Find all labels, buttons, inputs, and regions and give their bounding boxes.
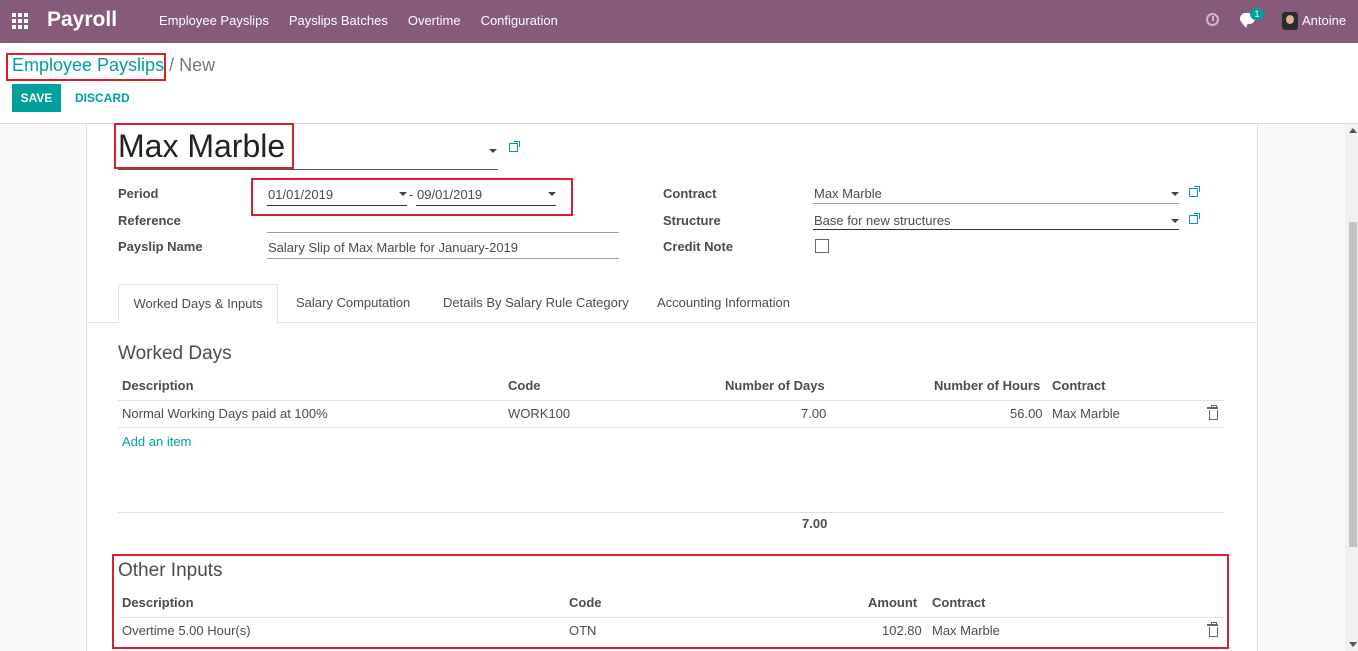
other-inputs-col-code[interactable]: Code — [569, 595, 602, 610]
structure-input[interactable]: Base for new structures — [814, 213, 951, 228]
breadcrumb: Employee Payslips / New — [12, 55, 215, 76]
worked-days-col-hours[interactable]: Number of Hours — [934, 378, 1040, 393]
messages-count-badge: 1 — [1250, 8, 1264, 20]
worked-days-row-description[interactable]: Normal Working Days paid at 100% — [122, 406, 328, 421]
period-start-underline — [267, 205, 407, 206]
other-inputs-col-amount[interactable]: Amount — [868, 595, 917, 610]
menu-configuration[interactable]: Configuration — [471, 0, 568, 43]
tab-details-by-salary-rule-category[interactable]: Details By Salary Rule Category — [443, 284, 629, 322]
worked-days-col-days[interactable]: Number of Days — [725, 378, 825, 393]
menu-payslips-batches[interactable]: Payslips Batches — [279, 0, 398, 43]
reference-label: Reference — [118, 213, 181, 228]
discard-button[interactable]: DISCARD — [75, 91, 130, 105]
save-button[interactable]: SAVE — [12, 84, 61, 112]
worked-days-row-trash-icon[interactable] — [1207, 405, 1218, 420]
period-label: Period — [118, 186, 159, 201]
apps-grid-icon[interactable] — [12, 13, 30, 29]
worked-days-footer-divider — [118, 512, 1224, 513]
tab-accounting-information[interactable]: Accounting Information — [657, 284, 790, 322]
worked-days-row-days[interactable]: 7.00 — [801, 406, 826, 421]
other-inputs-col-description[interactable]: Description — [122, 595, 194, 610]
period-start-caret-icon[interactable] — [399, 192, 407, 196]
structure-dropdown-caret-icon[interactable] — [1171, 219, 1179, 223]
worked-days-total: 7.00 — [802, 516, 828, 531]
worked-days-header-divider — [118, 400, 1224, 401]
contract-underline — [813, 203, 1179, 204]
structure-underline — [813, 229, 1179, 230]
app-brand[interactable]: Payroll — [47, 8, 117, 32]
employee-field-underline — [118, 169, 498, 170]
scroll-down-arrow-icon[interactable] — [1349, 642, 1357, 647]
worked-days-row-code[interactable]: WORK100 — [508, 406, 570, 421]
period-start-input[interactable]: 01/01/2019 — [268, 187, 333, 202]
other-inputs-row-amount[interactable]: 102.80 — [882, 623, 922, 638]
employee-dropdown-caret-icon[interactable] — [489, 149, 497, 153]
menu-overtime[interactable]: Overtime — [398, 0, 471, 43]
structure-label: Structure — [663, 213, 721, 228]
contract-input[interactable]: Max Marble — [814, 186, 882, 201]
employee-field[interactable]: Max Marble — [118, 128, 285, 165]
payslip-name-input[interactable]: Salary Slip of Max Marble for January-20… — [268, 240, 518, 255]
structure-external-link-icon[interactable] — [1189, 213, 1200, 224]
tab-worked-days-inputs[interactable]: Worked Days & Inputs — [118, 284, 278, 324]
worked-days-col-contract[interactable]: Contract — [1052, 378, 1105, 393]
worked-days-add-item-link[interactable]: Add an item — [122, 434, 191, 449]
employee-external-link-icon[interactable] — [509, 141, 520, 152]
other-inputs-row-trash-icon[interactable] — [1207, 622, 1218, 637]
other-inputs-row-description[interactable]: Overtime 5.00 Hour(s) — [122, 623, 251, 638]
other-inputs-header-divider — [118, 617, 1224, 618]
tab-salary-computation[interactable]: Salary Computation — [296, 284, 410, 322]
other-inputs-title: Other Inputs — [118, 560, 223, 581]
period-end-underline — [416, 205, 556, 206]
main-menu: Employee Payslips Payslips Batches Overt… — [149, 0, 568, 43]
scroll-up-arrow-icon[interactable] — [1349, 128, 1357, 133]
other-inputs-col-contract[interactable]: Contract — [932, 595, 985, 610]
breadcrumb-separator: / — [169, 55, 175, 75]
control-panel: Employee Payslips / New SAVE DISCARD — [0, 43, 1358, 124]
payslip-name-underline — [267, 258, 619, 259]
breadcrumb-parent-link[interactable]: Employee Payslips — [12, 55, 164, 75]
user-avatar[interactable] — [1282, 12, 1298, 30]
worked-days-title: Worked Days — [118, 343, 232, 364]
contract-label: Contract — [663, 186, 717, 201]
payslip-name-label: Payslip Name — [118, 239, 203, 254]
other-inputs-row-contract[interactable]: Max Marble — [932, 623, 1000, 638]
worked-days-row-hours[interactable]: 56.00 — [1010, 406, 1043, 421]
worked-days-col-description[interactable]: Description — [122, 378, 194, 393]
activity-clock-icon[interactable] — [1206, 13, 1219, 26]
period-end-caret-icon[interactable] — [548, 192, 556, 196]
contract-dropdown-caret-icon[interactable] — [1171, 192, 1179, 196]
menu-employee-payslips[interactable]: Employee Payslips — [149, 0, 279, 43]
worked-days-row-divider — [118, 427, 1224, 428]
user-menu[interactable]: Antoine — [1302, 13, 1346, 28]
reference-underline — [267, 232, 619, 233]
period-end-input[interactable]: 09/01/2019 — [417, 187, 482, 202]
credit-note-checkbox[interactable] — [815, 239, 829, 253]
credit-note-label: Credit Note — [663, 239, 734, 254]
breadcrumb-current: New — [179, 55, 216, 75]
top-navbar: Payroll Employee Payslips Payslips Batch… — [0, 0, 1358, 43]
worked-days-col-code[interactable]: Code — [508, 378, 541, 393]
other-inputs-row-code[interactable]: OTN — [569, 623, 596, 638]
contract-external-link-icon[interactable] — [1189, 186, 1200, 197]
scrollbar-thumb[interactable] — [1349, 222, 1357, 547]
worked-days-row-contract[interactable]: Max Marble — [1052, 406, 1120, 421]
period-separator: - — [409, 187, 414, 202]
